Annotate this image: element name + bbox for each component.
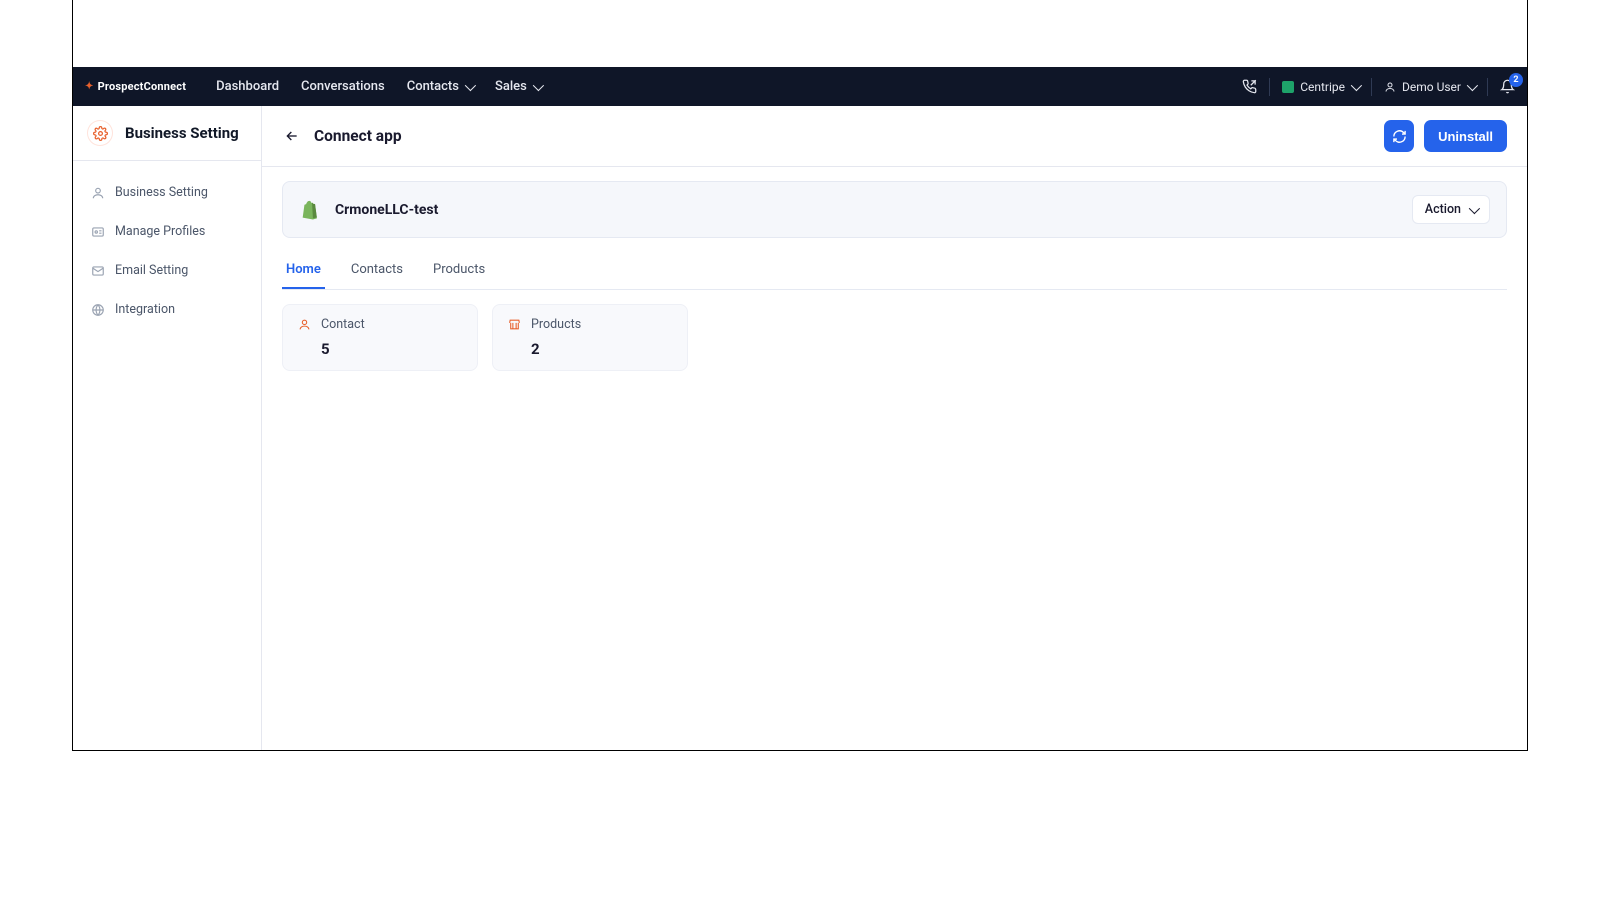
page-header-actions: Uninstall: [1384, 120, 1507, 152]
action-dropdown[interactable]: Action: [1412, 195, 1490, 224]
tab-home[interactable]: Home: [282, 252, 325, 289]
shopify-icon: [299, 199, 321, 221]
divider: [1487, 78, 1488, 96]
refresh-icon: [1392, 129, 1407, 144]
divider: [1371, 78, 1372, 96]
sidebar-item-manage-profiles[interactable]: Manage Profiles: [83, 218, 251, 245]
page-header: Connect app Uninstall: [262, 106, 1527, 167]
page-content: CrmoneLLC-test Action Home Contacts Prod…: [262, 167, 1527, 385]
stat-card-products: Products 2: [492, 304, 688, 371]
sidebar-item-business-setting[interactable]: Business Setting: [83, 179, 251, 206]
workspace-icon: [1282, 81, 1294, 93]
divider: [1269, 78, 1270, 96]
nav-contacts[interactable]: Contacts: [407, 79, 473, 94]
sidebar-item-label: Manage Profiles: [115, 224, 205, 239]
nav-conversations[interactable]: Conversations: [301, 79, 385, 94]
stat-label: Contact: [321, 317, 365, 332]
nav-links: Dashboard Conversations Contacts Sales: [216, 79, 541, 94]
nav-dashboard[interactable]: Dashboard: [216, 79, 279, 94]
top-white-spacer: [73, 0, 1527, 67]
sidebar-list: Business Setting Manage Profiles Email S…: [73, 161, 261, 341]
phone-icon[interactable]: [1242, 79, 1257, 94]
back-button[interactable]: [282, 126, 302, 146]
uninstall-button[interactable]: Uninstall: [1424, 120, 1507, 152]
chevron-down-icon: [533, 79, 544, 90]
person-icon: [1384, 81, 1396, 93]
tabs: Home Contacts Products: [282, 252, 1507, 290]
stat-value: 5: [321, 340, 463, 358]
shop-icon: [507, 318, 521, 332]
notification-badge: 2: [1509, 73, 1523, 87]
top-navbar: ✦ ProspectConnect Dashboard Conversation…: [73, 67, 1527, 106]
chevron-down-icon: [1351, 79, 1362, 90]
chevron-down-icon: [465, 79, 476, 90]
page-title: Connect app: [314, 127, 402, 145]
workspace-name: Centripe: [1300, 80, 1345, 94]
gear-icon: [87, 120, 113, 146]
sidebar-head: Business Setting: [73, 106, 261, 161]
stat-label: Products: [531, 317, 581, 332]
connected-app-card: CrmoneLLC-test Action: [282, 181, 1507, 238]
topnav-right: Centripe Demo User 2: [1242, 78, 1515, 96]
nav-label: Sales: [495, 79, 527, 94]
brand-name: ProspectConnect: [98, 80, 187, 93]
nav-sales[interactable]: Sales: [495, 79, 541, 94]
tab-products[interactable]: Products: [429, 252, 489, 289]
sidebar-title: Business Setting: [125, 124, 239, 142]
sidebar-item-email-setting[interactable]: Email Setting: [83, 257, 251, 284]
sidebar-item-label: Email Setting: [115, 263, 188, 278]
brand-logo[interactable]: ✦ ProspectConnect: [85, 80, 186, 93]
sidebar: Business Setting Business Setting Manage…: [73, 106, 262, 750]
stats-row: Contact 5 Products 2: [282, 304, 1507, 371]
workspace-switcher[interactable]: Centripe: [1282, 80, 1359, 94]
nav-label: Dashboard: [216, 79, 279, 94]
action-label: Action: [1425, 202, 1461, 217]
chevron-down-icon: [1469, 202, 1480, 213]
chevron-down-icon: [1467, 79, 1478, 90]
brand-mark-icon: ✦: [85, 81, 94, 92]
sidebar-item-label: Integration: [115, 302, 175, 317]
main-area: Connect app Uninstall CrmoneLLC-test Act…: [262, 106, 1527, 750]
nav-label: Contacts: [407, 79, 459, 94]
nav-label: Conversations: [301, 79, 385, 94]
tab-contacts[interactable]: Contacts: [347, 252, 407, 289]
user-menu[interactable]: Demo User: [1384, 80, 1475, 94]
sidebar-item-integration[interactable]: Integration: [83, 296, 251, 323]
refresh-button[interactable]: [1384, 120, 1414, 152]
connected-app-name: CrmoneLLC-test: [335, 202, 438, 218]
user-icon: [297, 318, 311, 332]
sidebar-item-label: Business Setting: [115, 185, 208, 200]
stat-card-contact: Contact 5: [282, 304, 478, 371]
stat-value: 2: [531, 340, 673, 358]
user-name: Demo User: [1402, 80, 1461, 94]
notifications-button[interactable]: 2: [1500, 79, 1515, 94]
